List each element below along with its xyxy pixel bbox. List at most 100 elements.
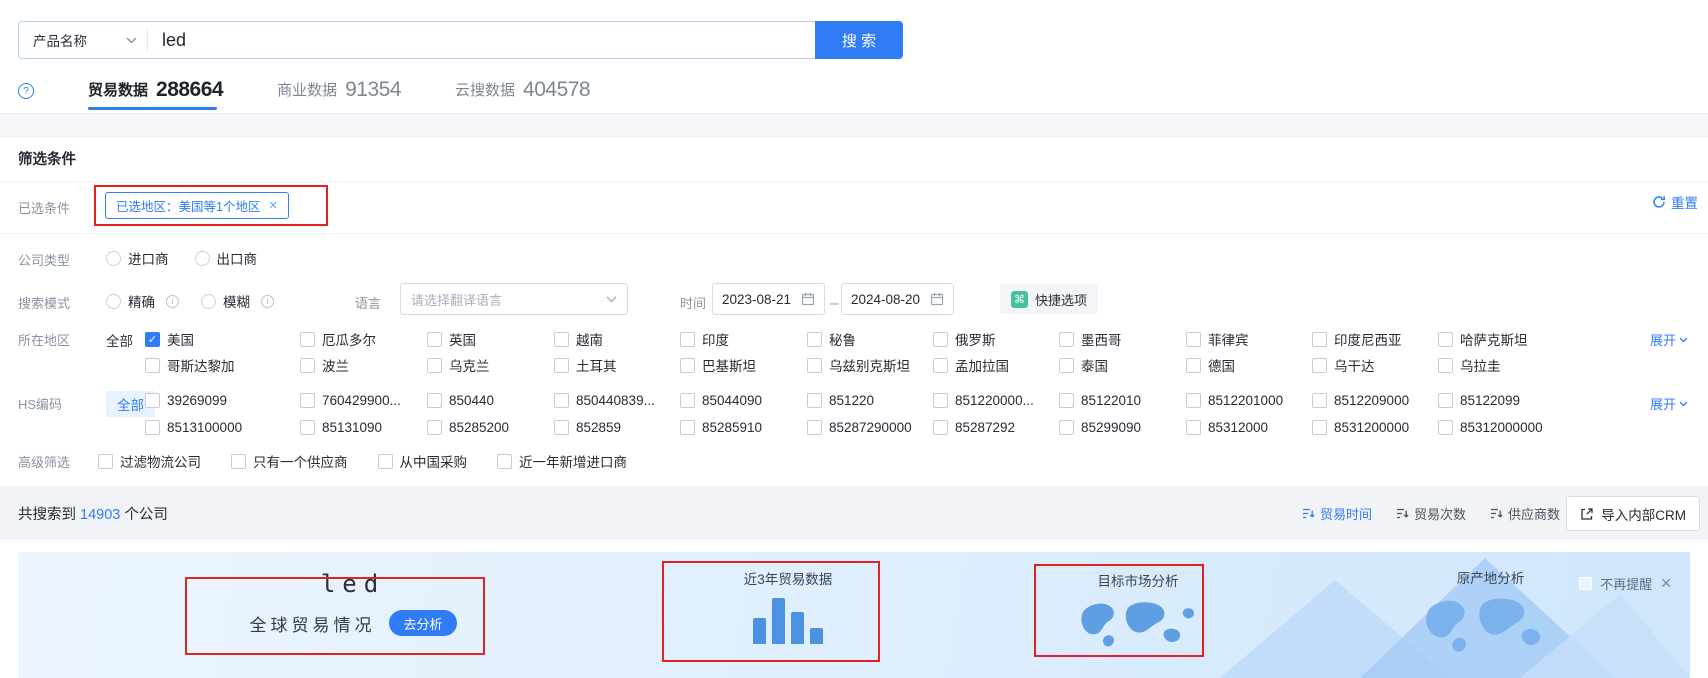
tab-business-data[interactable]: 商业数据 91354	[277, 78, 401, 108]
hs-code-checkbox[interactable]: ✓ 85122010	[1059, 393, 1141, 408]
hs-expand-link[interactable]: 展开	[1650, 394, 1688, 413]
hs-code-checkbox[interactable]: ✓ 85312000	[1186, 420, 1268, 435]
sort-button[interactable]: 贸易时间	[1302, 504, 1372, 523]
hs-code-checkbox[interactable]: ✓ 852859	[554, 420, 621, 435]
region-checkbox[interactable]: ✓ 泰国	[1059, 355, 1108, 375]
tab-trade-data[interactable]: 贸易数据 288664	[88, 78, 223, 108]
import-crm-button[interactable]: 导入内部CRM	[1566, 496, 1700, 531]
checkbox-icon: ✓	[145, 420, 160, 435]
info-icon[interactable]: i	[166, 295, 179, 308]
region-checkbox[interactable]: ✓ 乌拉圭	[1438, 355, 1501, 375]
sort-label: 供应商数	[1508, 504, 1560, 523]
hs-code-checkbox[interactable]: ✓ 8512201000	[1186, 393, 1283, 408]
checkbox-label: 8512201000	[1208, 393, 1283, 408]
close-icon[interactable]: ✕	[268, 199, 277, 212]
checkbox-label: 波兰	[322, 355, 349, 375]
checkbox-icon: ✓	[1186, 332, 1201, 347]
reset-button[interactable]: 重置	[1652, 192, 1698, 212]
checkbox-label: 39269099	[167, 393, 227, 408]
sort-button[interactable]: 贸易次数	[1396, 504, 1466, 523]
analyze-button[interactable]: 去分析	[389, 610, 456, 636]
hs-code-checkbox[interactable]: ✓ 85285910	[680, 420, 762, 435]
hs-code-checkbox[interactable]: ✓ 8513100000	[145, 420, 242, 435]
checkbox-icon: ✓	[427, 332, 442, 347]
selected-region-tag-text: 已选地区：美国等1个地区	[116, 196, 260, 215]
region-checkbox[interactable]: ✓ 德国	[1186, 355, 1235, 375]
hs-code-checkbox[interactable]: ✓ 85044090	[680, 393, 762, 408]
banner-card-market[interactable]: 目标市场分析	[1048, 570, 1228, 663]
calendar-icon	[930, 292, 944, 306]
hs-code-checkbox[interactable]: ✓ 851220	[807, 393, 874, 408]
search-mode-radio[interactable]: 精确 i	[106, 291, 179, 311]
search-box: 产品名称	[18, 21, 815, 59]
hs-code-checkbox[interactable]: ✓ 39269099	[145, 393, 227, 408]
advanced-filter-checkbox[interactable]: ✓ 近一年新增进口商	[497, 451, 627, 471]
region-checkbox[interactable]: ✓ 英国	[427, 329, 476, 349]
selected-region-tag[interactable]: 已选地区：美国等1个地区 ✕	[105, 192, 289, 219]
checkbox-label: 85122099	[1460, 393, 1520, 408]
company-type-radio[interactable]: 出口商	[195, 248, 258, 268]
hs-code-checkbox[interactable]: ✓ 850440	[427, 393, 494, 408]
sort-button[interactable]: 供应商数	[1490, 504, 1560, 523]
dismiss-checkbox[interactable]	[1579, 577, 1592, 590]
advanced-filter-checkbox[interactable]: ✓ 过滤物流公司	[98, 451, 201, 471]
hs-code-checkbox[interactable]: ✓ 8512209000	[1312, 393, 1409, 408]
quick-options-button[interactable]: ⌘ 快捷选项	[1000, 284, 1098, 314]
search-button[interactable]: 搜 索	[815, 21, 903, 59]
region-expand-link[interactable]: 展开	[1650, 330, 1688, 349]
checkbox-icon: ✓	[427, 393, 442, 408]
checkbox-label: 8531200000	[1334, 420, 1409, 435]
hs-code-checkbox[interactable]: ✓ 8531200000	[1312, 420, 1409, 435]
advanced-filter-checkbox[interactable]: ✓ 只有一个供应商	[231, 451, 348, 471]
hs-code-checkbox[interactable]: ✓ 850440839...	[554, 393, 655, 408]
checkbox-icon: ✓	[680, 393, 695, 408]
checkbox-label: 菲律宾	[1208, 329, 1249, 349]
company-type-radio[interactable]: 进口商	[106, 248, 169, 268]
region-checkbox[interactable]: ✓ 印度尼西亚	[1312, 329, 1402, 349]
advanced-filter-checkbox[interactable]: ✓ 从中国采购	[378, 451, 468, 471]
search-mode-label: 搜索模式	[18, 293, 70, 312]
hs-code-checkbox[interactable]: ✓ 85312000000	[1438, 420, 1543, 435]
region-checkbox[interactable]: ✓ 波兰	[300, 355, 349, 375]
region-checkbox[interactable]: ✓ 秘鲁	[807, 329, 856, 349]
help-circle-icon[interactable]: ?	[18, 83, 34, 99]
language-select[interactable]: 请选择翻译语言	[400, 283, 628, 315]
hs-code-checkbox[interactable]: ✓ 85299090	[1059, 420, 1141, 435]
banner-card-trade[interactable]: 近3年贸易数据	[678, 568, 898, 644]
search-mode-radio[interactable]: 模糊 i	[201, 291, 274, 311]
hs-code-checkbox[interactable]: ✓ 85287292	[933, 420, 1015, 435]
date-from-picker[interactable]: 2023-08-21	[712, 283, 825, 315]
checkbox-label: 近一年新增进口商	[519, 451, 627, 471]
hs-code-checkbox[interactable]: ✓ 851220000...	[933, 393, 1034, 408]
region-checkbox[interactable]: ✓ 巴基斯坦	[680, 355, 756, 375]
search-category-select[interactable]: 产品名称	[19, 22, 147, 58]
region-checkbox[interactable]: ✓ 哈萨克斯坦	[1438, 329, 1528, 349]
hs-code-checkbox[interactable]: ✓ 85285200	[427, 420, 509, 435]
region-checkbox[interactable]: ✓ 俄罗斯	[933, 329, 996, 349]
date-to-picker[interactable]: 2024-08-20	[841, 283, 954, 315]
info-icon[interactable]: i	[261, 295, 274, 308]
region-checkbox[interactable]: ✓ 墨西哥	[1059, 329, 1122, 349]
banner-card-origin[interactable]: 原产地分析	[1403, 567, 1578, 668]
region-checkbox[interactable]: ✓ 乌克兰	[427, 355, 490, 375]
region-checkbox[interactable]: ✓ 哥斯达黎加	[145, 355, 235, 375]
hs-code-checkbox[interactable]: ✓ 85131090	[300, 420, 382, 435]
close-icon[interactable]: ✕	[1660, 575, 1672, 592]
checkbox-label: 过滤物流公司	[120, 451, 201, 471]
region-checkbox[interactable]: ✓ 菲律宾	[1186, 329, 1249, 349]
region-checkbox[interactable]: ✓ 乌兹别克斯坦	[807, 355, 910, 375]
region-checkbox[interactable]: ✓ 土耳其	[554, 355, 617, 375]
hs-code-checkbox[interactable]: ✓ 85122099	[1438, 393, 1520, 408]
region-checkbox[interactable]: ✓ 乌干达	[1312, 355, 1375, 375]
tab-cloud-search-data[interactable]: 云搜数据 404578	[455, 78, 590, 108]
region-checkbox[interactable]: ✓ 孟加拉国	[933, 355, 1009, 375]
region-checkbox[interactable]: ✓ 美国	[145, 329, 194, 349]
region-checkbox[interactable]: ✓ 厄瓜多尔	[300, 329, 376, 349]
region-checkbox[interactable]: ✓ 越南	[554, 329, 603, 349]
hs-code-checkbox[interactable]: ✓ 85287290000	[807, 420, 912, 435]
hs-code-checkbox[interactable]: ✓ 760429900...	[300, 393, 401, 408]
checkbox-icon: ✓	[933, 420, 948, 435]
search-input[interactable]	[148, 30, 815, 51]
tab-label: 贸易数据	[88, 79, 148, 102]
region-checkbox[interactable]: ✓ 印度	[680, 329, 729, 349]
